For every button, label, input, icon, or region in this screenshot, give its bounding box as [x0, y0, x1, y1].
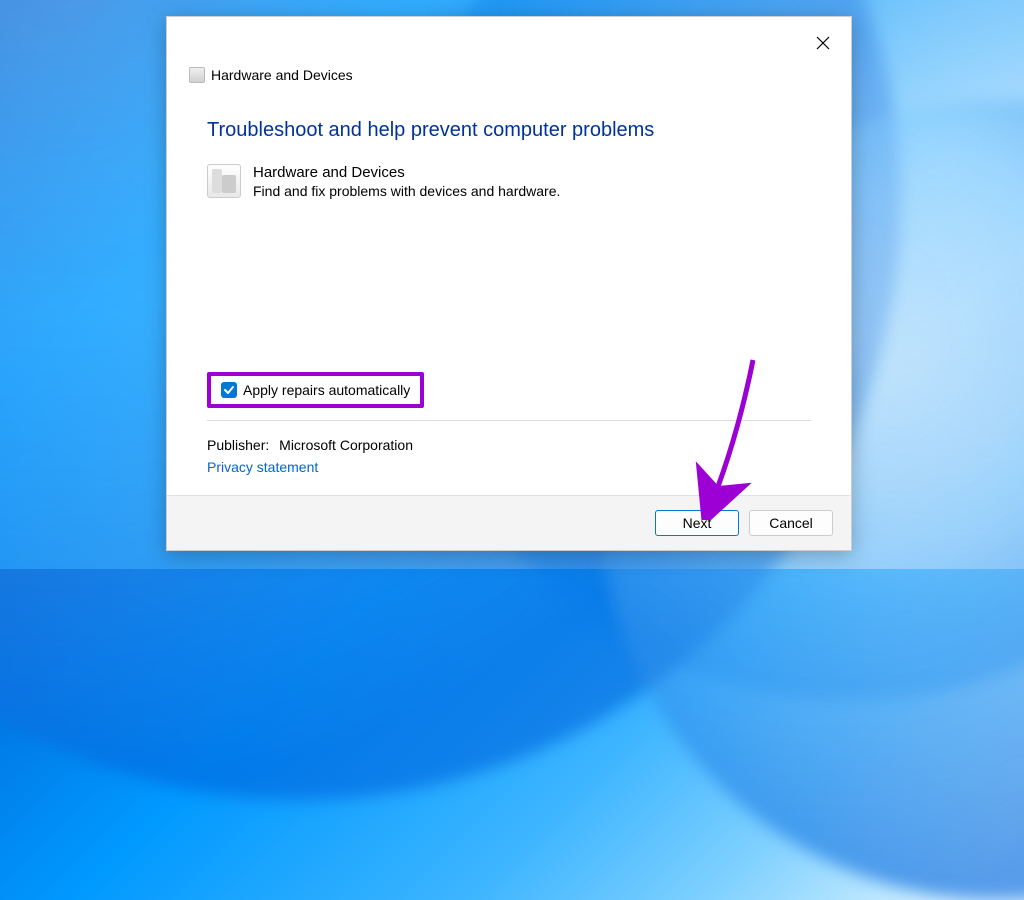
dialog-footer: Next Cancel	[167, 495, 851, 550]
privacy-statement-link[interactable]: Privacy statement	[207, 459, 811, 475]
dialog-header: Hardware and Devices	[167, 17, 851, 93]
annotation-highlight-box: Apply repairs automatically	[207, 372, 424, 408]
item-text: Hardware and Devices Find and fix proble…	[253, 164, 560, 199]
apply-repairs-checkbox[interactable]	[221, 382, 237, 398]
item-title: Hardware and Devices	[253, 164, 560, 181]
dialog-title: Hardware and Devices	[211, 67, 353, 83]
troubleshooter-icon	[189, 67, 205, 83]
hardware-icon	[207, 164, 241, 198]
divider	[207, 420, 811, 421]
next-button[interactable]: Next	[655, 510, 739, 536]
dialog-body: Troubleshoot and help prevent computer p…	[167, 93, 851, 495]
publisher-info: Publisher: Microsoft Corporation	[207, 437, 811, 453]
close-icon	[816, 36, 830, 50]
item-description: Find and fix problems with devices and h…	[253, 183, 560, 199]
close-button[interactable]	[807, 27, 839, 59]
troubleshooter-dialog: Hardware and Devices Troubleshoot and he…	[166, 16, 852, 551]
spacer	[207, 199, 811, 372]
apply-repairs-label: Apply repairs automatically	[243, 382, 410, 398]
main-heading: Troubleshoot and help prevent computer p…	[207, 119, 811, 142]
publisher-value: Microsoft Corporation	[279, 437, 413, 453]
checkmark-icon	[223, 384, 235, 396]
cancel-button[interactable]: Cancel	[749, 510, 833, 536]
publisher-label: Publisher:	[207, 437, 269, 453]
troubleshooter-item: Hardware and Devices Find and fix proble…	[207, 164, 811, 199]
